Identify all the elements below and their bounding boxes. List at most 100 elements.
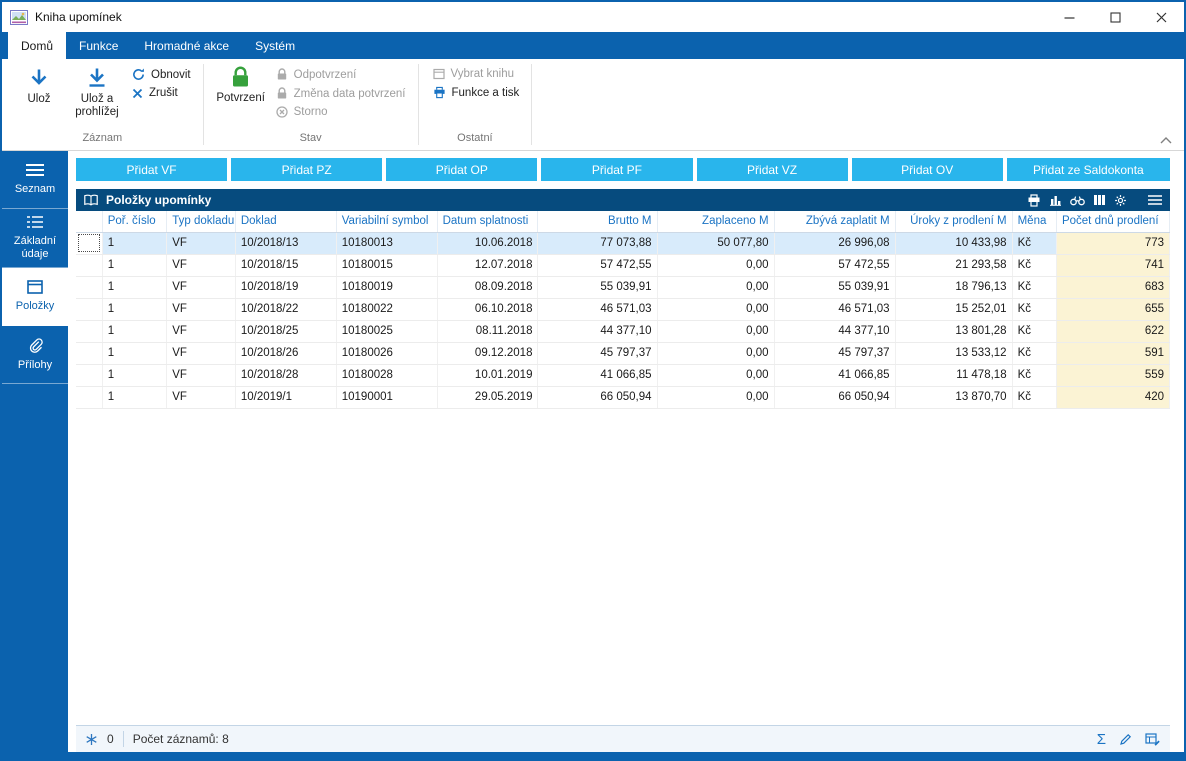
table-cell[interactable]: 06.10.2018: [437, 298, 538, 320]
column-header[interactable]: Typ dokladu: [167, 211, 236, 232]
table-cell[interactable]: 18 796,13: [895, 276, 1012, 298]
row-selector-cell[interactable]: [76, 298, 102, 320]
table-cell[interactable]: 10180015: [336, 254, 437, 276]
sidebar-item-zakladni-udaje[interactable]: Základní údaje: [2, 209, 68, 268]
table-cell[interactable]: 08.11.2018: [437, 320, 538, 342]
refresh-button[interactable]: Obnovit: [128, 67, 195, 82]
table-cell[interactable]: VF: [167, 364, 236, 386]
table-cell[interactable]: 10/2018/26: [235, 342, 336, 364]
table-cell[interactable]: 10180013: [336, 232, 437, 254]
row-selector-cell[interactable]: [76, 364, 102, 386]
binoculars-search-icon[interactable]: [1070, 195, 1085, 206]
table-cell[interactable]: 29.05.2019: [437, 386, 538, 408]
table-cell[interactable]: 1: [102, 276, 167, 298]
table-row[interactable]: 1VF10/2018/221018002206.10.201846 571,03…: [76, 298, 1170, 320]
table-cell[interactable]: Kč: [1012, 364, 1056, 386]
row-selector-cell[interactable]: [76, 254, 102, 276]
table-cell[interactable]: Kč: [1012, 386, 1056, 408]
table-cell[interactable]: 10 433,98: [895, 232, 1012, 254]
table-cell[interactable]: 10/2018/19: [235, 276, 336, 298]
table-cell[interactable]: 46 571,03: [774, 298, 895, 320]
table-row[interactable]: 1VF10/2018/131018001310.06.201877 073,88…: [76, 232, 1170, 254]
table-cell[interactable]: VF: [167, 342, 236, 364]
table-cell[interactable]: 09.12.2018: [437, 342, 538, 364]
table-cell[interactable]: 10.01.2019: [437, 364, 538, 386]
table-cell[interactable]: VF: [167, 320, 236, 342]
table-cell[interactable]: 1: [102, 232, 167, 254]
table-cell[interactable]: Kč: [1012, 232, 1056, 254]
close-button[interactable]: [1138, 2, 1184, 32]
table-cell[interactable]: 622: [1056, 320, 1169, 342]
table-cell[interactable]: 0,00: [657, 386, 774, 408]
table-cell[interactable]: 55 039,91: [538, 276, 657, 298]
table-cell[interactable]: 1: [102, 364, 167, 386]
table-cell[interactable]: 08.09.2018: [437, 276, 538, 298]
column-header[interactable]: Variabilní symbol: [336, 211, 437, 232]
table-cell[interactable]: 0,00: [657, 298, 774, 320]
column-header[interactable]: Datum splatnosti: [437, 211, 538, 232]
table-cell[interactable]: VF: [167, 254, 236, 276]
save-button[interactable]: Ulož: [10, 62, 68, 108]
column-header[interactable]: Brutto M: [538, 211, 657, 232]
table-cell[interactable]: 12.07.2018: [437, 254, 538, 276]
table-cell[interactable]: 45 797,37: [538, 342, 657, 364]
table-cell[interactable]: 77 073,88: [538, 232, 657, 254]
table-cell[interactable]: 10190001: [336, 386, 437, 408]
add-pz-button[interactable]: Přidat PZ: [231, 158, 382, 181]
table-cell[interactable]: 591: [1056, 342, 1169, 364]
table-cell[interactable]: 21 293,58: [895, 254, 1012, 276]
table-cell[interactable]: 0,00: [657, 342, 774, 364]
table-cell[interactable]: 420: [1056, 386, 1169, 408]
table-cell[interactable]: 10180019: [336, 276, 437, 298]
table-cell[interactable]: 10180028: [336, 364, 437, 386]
grid-edit-icon[interactable]: [1145, 733, 1161, 746]
table-row[interactable]: 1VF10/2018/261018002609.12.201845 797,37…: [76, 342, 1170, 364]
settings-gear-icon[interactable]: [1114, 194, 1127, 207]
column-header[interactable]: Počet dnů prodlení: [1056, 211, 1169, 232]
table-cell[interactable]: 1: [102, 342, 167, 364]
tab-hromadne-akce[interactable]: Hromadné akce: [131, 32, 242, 59]
table-cell[interactable]: 13 533,12: [895, 342, 1012, 364]
table-cell[interactable]: VF: [167, 386, 236, 408]
table-cell[interactable]: 44 377,10: [538, 320, 657, 342]
table-cell[interactable]: 13 801,28: [895, 320, 1012, 342]
table-cell[interactable]: 11 478,18: [895, 364, 1012, 386]
column-header[interactable]: Úroky z prodlení M: [895, 211, 1012, 232]
chart-icon[interactable]: [1049, 194, 1062, 206]
table-cell[interactable]: 57 472,55: [538, 254, 657, 276]
table-cell[interactable]: 41 066,85: [538, 364, 657, 386]
table-cell[interactable]: 41 066,85: [774, 364, 895, 386]
table-cell[interactable]: 50 077,80: [657, 232, 774, 254]
add-pf-button[interactable]: Přidat PF: [541, 158, 692, 181]
table-cell[interactable]: 0,00: [657, 276, 774, 298]
table-cell[interactable]: Kč: [1012, 254, 1056, 276]
table-cell[interactable]: 10/2018/25: [235, 320, 336, 342]
table-row[interactable]: 1VF10/2018/191018001908.09.201855 039,91…: [76, 276, 1170, 298]
columns-icon[interactable]: [1093, 194, 1106, 206]
table-cell[interactable]: 1: [102, 298, 167, 320]
table-cell[interactable]: 15 252,01: [895, 298, 1012, 320]
row-selector-cell[interactable]: [76, 320, 102, 342]
collapse-ribbon-chevron-icon[interactable]: [1160, 137, 1172, 144]
table-cell[interactable]: 26 996,08: [774, 232, 895, 254]
column-header[interactable]: Doklad: [235, 211, 336, 232]
table-cell[interactable]: VF: [167, 232, 236, 254]
table-cell[interactable]: 10/2019/1: [235, 386, 336, 408]
tab-funkce[interactable]: Funkce: [66, 32, 131, 59]
table-row[interactable]: 1VF10/2018/251018002508.11.201844 377,10…: [76, 320, 1170, 342]
table-cell[interactable]: VF: [167, 276, 236, 298]
row-selector-cell[interactable]: [76, 276, 102, 298]
print-icon[interactable]: [1027, 194, 1041, 207]
sidebar-item-seznam[interactable]: Seznam: [2, 151, 68, 209]
row-selector-cell[interactable]: [76, 342, 102, 364]
edit-pencil-icon[interactable]: [1119, 733, 1132, 746]
table-row[interactable]: 1VF10/2018/281018002810.01.201941 066,85…: [76, 364, 1170, 386]
table-cell[interactable]: 13 870,70: [895, 386, 1012, 408]
table-cell[interactable]: Kč: [1012, 320, 1056, 342]
table-cell[interactable]: 0,00: [657, 320, 774, 342]
table-row[interactable]: 1VF10/2019/11019000129.05.201966 050,940…: [76, 386, 1170, 408]
table-cell[interactable]: 0,00: [657, 254, 774, 276]
confirm-button[interactable]: Potvrzení: [212, 62, 270, 107]
table-cell[interactable]: 44 377,10: [774, 320, 895, 342]
minimize-button[interactable]: [1046, 2, 1092, 32]
